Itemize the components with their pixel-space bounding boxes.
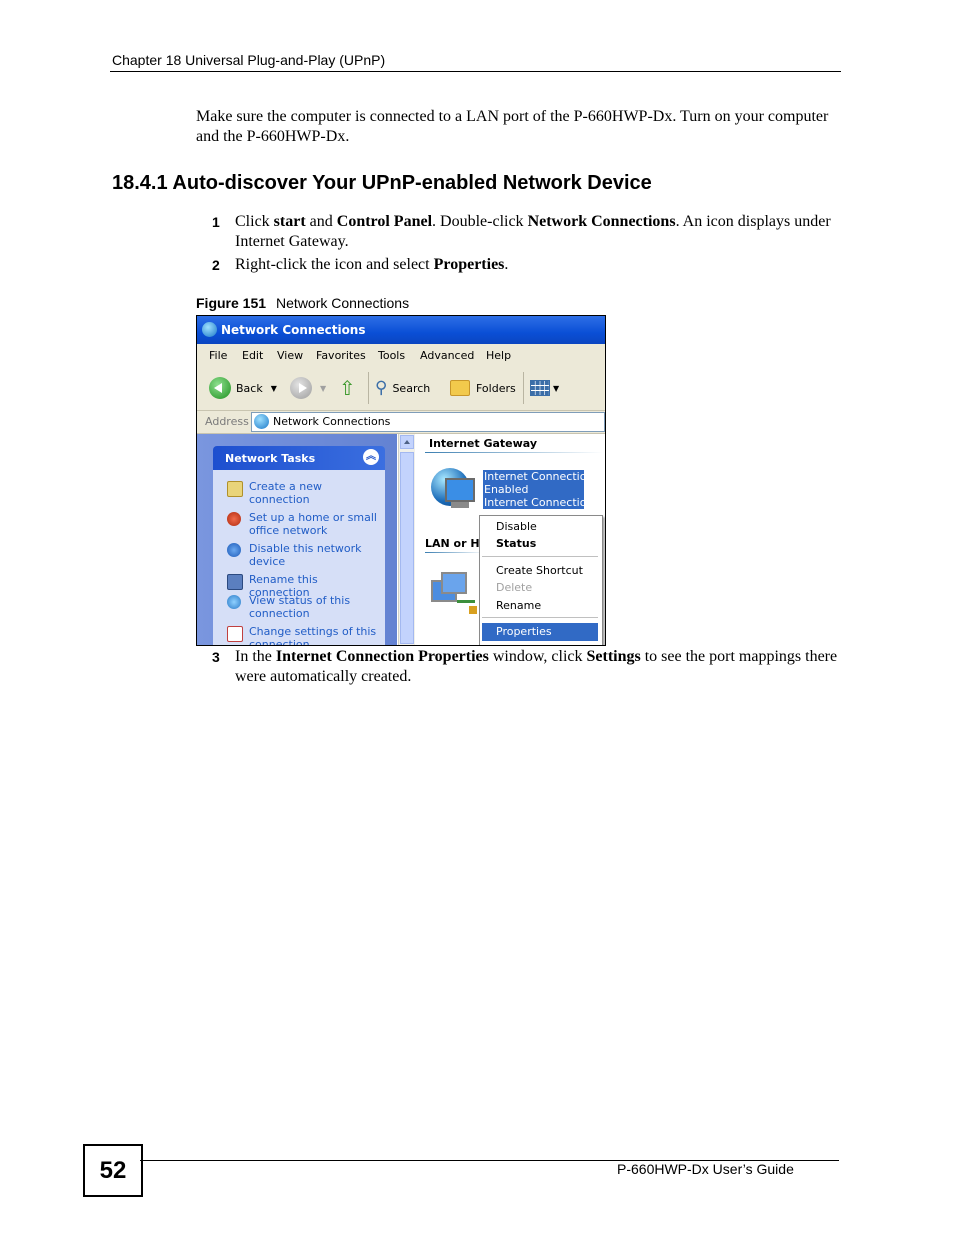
context-menu: Disable Status Create Shortcut Delete Re… [479,515,603,645]
dropdown-arrow-icon: ▼ [270,383,277,393]
page-number: 52 [83,1144,143,1197]
step-text: Click start and Control Panel. Double-cl… [235,213,831,250]
step-3: 3 In the Internet Connection Properties … [212,647,842,689]
toolbar: Back ▼ ▼ ⇧ ⚲ Search Folders ▼ [197,366,605,411]
chapter-header: Chapter 18 Universal Plug-and-Play (UPnP… [112,52,386,68]
address-bar: Address Network Connections [197,411,605,434]
address-label: Address [205,415,249,428]
step-2: 2 Right-click the icon and select Proper… [212,255,842,277]
menu-divider [482,556,598,557]
intro-paragraph: Make sure the computer is connected to a… [196,108,829,145]
network-icon [254,414,269,429]
lan-connection-icon[interactable] [431,572,477,618]
new-connection-icon [227,481,243,497]
back-button[interactable]: Back ▼ [209,377,277,399]
menu-advanced[interactable]: Advanced [420,349,474,362]
step-text: In the Internet Connection Properties wi… [235,648,838,685]
menu-divider [482,617,598,618]
menu-bar: File Edit View Favorites Tools Advanced … [197,344,605,367]
forward-arrow-icon [290,377,312,399]
folders-button[interactable]: Folders [450,377,516,399]
figure-title: Network Connections [276,295,410,311]
figure-label: Figure 151 [196,295,267,311]
step-number: 2 [212,257,220,273]
title-bar[interactable]: Network Connections [197,316,605,344]
search-icon: ⚲ [375,378,388,398]
search-label: Search [392,381,431,395]
header-rule [110,71,841,72]
menu-edit[interactable]: Edit [242,349,263,362]
menu-file[interactable]: File [209,349,227,362]
menu-item-properties[interactable]: Properties [482,623,598,641]
step-1: 1 Click start and Control Panel. Double-… [212,212,842,254]
section-title: 18.4.1 Auto-discover Your UPnP-enabled N… [112,172,652,194]
address-value: Network Connections [273,415,391,428]
group-internet-gateway: Internet Gateway [429,437,538,450]
disable-network-icon [227,543,241,557]
task-pane-scrollbar[interactable] [398,434,415,645]
internet-gateway-icon[interactable] [431,468,477,514]
group-lan: LAN or H [425,537,480,550]
group-rule [425,552,485,553]
views-icon [530,380,550,396]
collapse-chevron-icon[interactable]: ︽ [363,449,379,465]
home-network-icon [227,512,241,526]
step-number: 1 [212,214,220,230]
internet-connection-label[interactable]: Internet Connection Enabled Internet Con… [483,470,584,509]
forward-button[interactable]: ▼ [290,377,326,399]
dropdown-arrow-icon: ▼ [553,383,560,393]
back-label: Back [236,381,263,395]
status-icon [227,595,241,609]
network-connections-window: Network Connections File Edit View Favor… [196,315,606,646]
menu-item-disable[interactable]: Disable [496,520,537,533]
search-button[interactable]: ⚲ Search [375,377,430,399]
window-title: Network Connections [221,323,366,337]
up-button[interactable]: ⇧ [339,377,356,399]
network-tasks-header[interactable]: Network Tasks ︽ [213,446,385,470]
menu-view[interactable]: View [277,349,303,362]
toolbar-separator [368,372,369,404]
views-button[interactable]: ▼ [530,377,559,399]
address-field[interactable]: Network Connections [251,412,605,432]
step-text: Right-click the icon and select Properti… [235,256,509,273]
network-icon [202,322,217,337]
settings-check-icon [227,626,243,642]
figure-caption: Figure 151 Network Connections [196,295,409,311]
folder-icon [450,380,470,396]
scroll-thumb[interactable] [400,452,414,644]
menu-tools[interactable]: Tools [378,349,405,362]
network-tasks-title: Network Tasks [225,452,316,465]
menu-favorites[interactable]: Favorites [316,349,366,362]
menu-item-status[interactable]: Status [496,537,536,550]
toolbar-separator [523,372,524,404]
guide-title: P-660HWP-Dx User’s Guide [617,1161,794,1177]
up-folder-icon: ⇧ [339,376,356,400]
back-arrow-icon [209,377,231,399]
menu-item-delete: Delete [496,581,533,594]
folders-label: Folders [476,381,516,395]
network-tasks-list: Create a new connection Set up a home or … [213,470,385,645]
group-rule [425,452,603,453]
rename-icon [227,574,243,590]
menu-item-rename[interactable]: Rename [496,599,541,612]
menu-help[interactable]: Help [486,349,511,362]
task-pane: Network Tasks ︽ Create a new connection S… [197,434,397,645]
dropdown-arrow-icon: ▼ [320,383,327,393]
scroll-up-icon[interactable] [400,435,414,449]
menu-item-create-shortcut[interactable]: Create Shortcut [496,564,583,577]
step-number: 3 [212,649,220,665]
